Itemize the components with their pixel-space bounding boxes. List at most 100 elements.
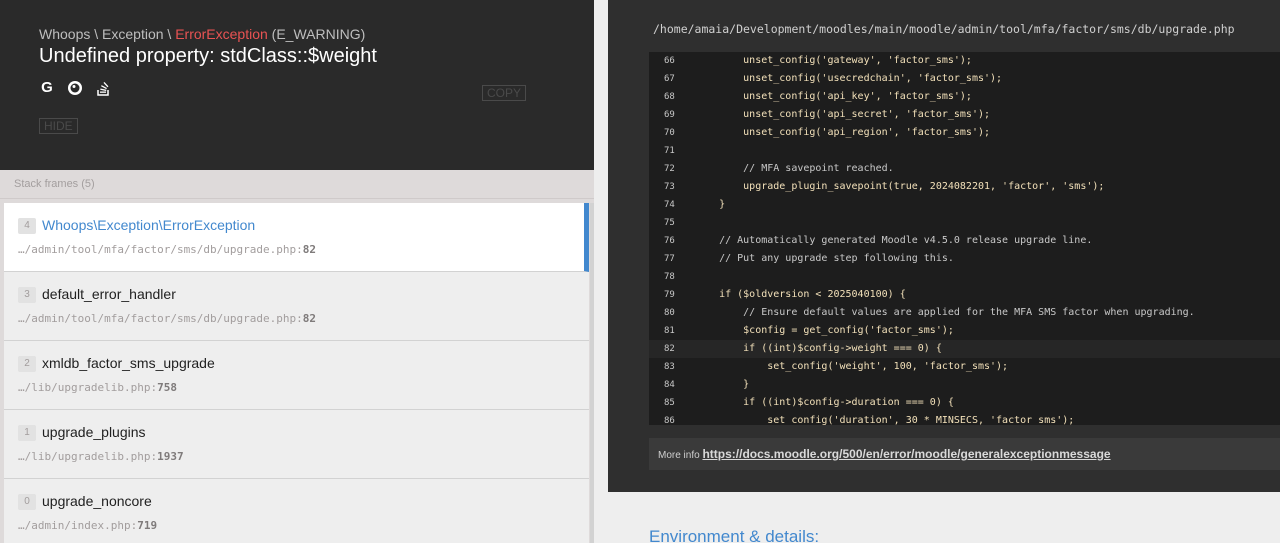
code-line: 78 xyxy=(649,268,1280,286)
line-number: 81 xyxy=(664,326,675,336)
frame-function: upgrade_noncore xyxy=(42,493,152,509)
line-text: if ((int)$config->weight === 0) { xyxy=(695,343,942,354)
line-number: 70 xyxy=(664,128,675,138)
line-number: 80 xyxy=(664,308,675,318)
code-line: 73 upgrade_plugin_savepoint(true, 202408… xyxy=(649,178,1280,196)
code-line: 75 xyxy=(649,214,1280,232)
exception-class-path: Whoops \ Exception \ ErrorException (E_W… xyxy=(39,26,365,42)
exception-namespace: Whoops \ Exception \ xyxy=(39,26,176,42)
line-text: unset_config('api_secret', 'factor_sms')… xyxy=(695,109,991,120)
exception-message: Undefined property: stdClass::$weight xyxy=(39,45,377,67)
line-number: 69 xyxy=(664,110,675,120)
line-number: 84 xyxy=(664,380,675,390)
code-line: 68 unset_config('api_key', 'factor_sms')… xyxy=(649,88,1280,106)
error-page: Whoops \ Exception \ ErrorException (E_W… xyxy=(0,0,1280,543)
code-line: 76 // Automatically generated Moodle v4.… xyxy=(649,232,1280,250)
line-text: } xyxy=(695,199,726,210)
stack-panel: Whoops \ Exception \ ErrorException (E_W… xyxy=(0,0,594,543)
line-number: 73 xyxy=(664,182,675,192)
more-info-link[interactable]: https://docs.moodle.org/500/en/error/moo… xyxy=(702,447,1110,461)
line-text: if ((int)$config->duration === 0) { xyxy=(695,397,954,408)
line-number: 72 xyxy=(664,164,675,174)
line-number: 85 xyxy=(664,398,675,408)
frame-location: …/lib/upgradelib.php:1937 xyxy=(18,450,184,463)
frame-index: 1 xyxy=(18,425,36,441)
google-icon[interactable]: G xyxy=(39,80,55,96)
frame-index: 3 xyxy=(18,287,36,303)
code-panel: /home/amaia/Development/moodles/main/moo… xyxy=(608,0,1280,492)
code-line: 85 if ((int)$config->duration === 0) { xyxy=(649,394,1280,412)
stack-frame[interactable]: 3 default_error_handler …/admin/tool/mfa… xyxy=(4,272,589,341)
line-text: set_config('weight', 100, 'factor_sms'); xyxy=(695,361,1009,372)
more-info-label: More info xyxy=(658,450,703,461)
line-text: unset_config('api_key', 'factor_sms'); xyxy=(695,91,972,102)
line-number: 68 xyxy=(664,92,675,102)
line-number: 78 xyxy=(664,272,675,282)
line-text: // Put any upgrade step following this. xyxy=(695,253,954,264)
code-line: 67 unset_config('usecredchain', 'factor_… xyxy=(649,70,1280,88)
code-line: 69 unset_config('api_secret', 'factor_sm… xyxy=(649,106,1280,124)
line-text: unset_config('usecredchain', 'factor_sms… xyxy=(695,73,1003,84)
line-text: set_config('duration', 30 * MINSECS, 'fa… xyxy=(695,415,1075,425)
code-line: 83 set_config('weight', 100, 'factor_sms… xyxy=(649,358,1280,376)
stack-frames-title: Stack frames (5) xyxy=(14,178,95,190)
line-text: if ($oldversion < 2025040100) { xyxy=(695,289,906,300)
frame-function: Whoops\Exception\ErrorException xyxy=(42,217,256,233)
code-line: 84 } xyxy=(649,376,1280,394)
code-line: 80 // Ensure default values are applied … xyxy=(649,304,1280,322)
exception-header: Whoops \ Exception \ ErrorException (E_W… xyxy=(0,0,594,170)
code-line: 66 unset_config('gateway', 'factor_sms')… xyxy=(649,52,1280,70)
line-text: // MFA savepoint reached. xyxy=(695,163,894,174)
line-number: 77 xyxy=(664,254,675,264)
frame-function: xmldb_factor_sms_upgrade xyxy=(42,355,215,371)
line-number: 82 xyxy=(664,344,675,354)
copy-button[interactable]: COPY xyxy=(482,85,527,101)
frame-location: …/admin/index.php:719 xyxy=(18,519,158,532)
stack-frame[interactable]: 2 xmldb_factor_sms_upgrade …/lib/upgrade… xyxy=(4,341,589,410)
line-text: unset_config('api_region', 'factor_sms')… xyxy=(695,127,991,138)
code-block: 66 unset_config('gateway', 'factor_sms')… xyxy=(649,52,1280,425)
line-text: upgrade_plugin_savepoint(true, 202408220… xyxy=(695,181,1105,192)
exception-code: (E_WARNING) xyxy=(267,26,366,42)
line-text: $config = get_config('factor_sms'); xyxy=(695,325,954,336)
search-links: G xyxy=(39,80,111,96)
hide-button[interactable]: HIDE xyxy=(39,118,78,134)
stack-frame[interactable]: 1 upgrade_plugins …/lib/upgradelib.php:1… xyxy=(4,410,589,479)
stack-frame[interactable]: 4 Whoops\Exception\ErrorException …/admi… xyxy=(4,203,589,272)
duckduckgo-icon[interactable] xyxy=(67,80,83,96)
line-text: } xyxy=(695,379,750,390)
frame-function: upgrade_plugins xyxy=(42,424,146,440)
line-number: 66 xyxy=(664,56,675,66)
more-info: More info https://docs.moodle.org/500/en… xyxy=(649,438,1280,470)
line-number: 67 xyxy=(664,74,675,84)
stack-frame[interactable]: 0 upgrade_noncore …/admin/index.php:719 xyxy=(4,479,589,543)
code-line: 79 if ($oldversion < 2025040100) { xyxy=(649,286,1280,304)
code-line: 71 xyxy=(649,142,1280,160)
code-line: 72 // MFA savepoint reached. xyxy=(649,160,1280,178)
line-number: 83 xyxy=(664,362,675,372)
code-line: 82 if ((int)$config->weight === 0) { xyxy=(649,340,1280,358)
environment-title: Environment & details: xyxy=(649,527,820,543)
code-line: 81 $config = get_config('factor_sms'); xyxy=(649,322,1280,340)
line-number: 74 xyxy=(664,200,675,210)
exception-class: ErrorException xyxy=(175,26,268,42)
stack-frames-header: Stack frames (5) xyxy=(0,170,594,199)
line-text: // Ensure default values are applied for… xyxy=(695,307,1195,318)
frame-index: 0 xyxy=(18,494,36,510)
frame-index: 4 xyxy=(18,218,36,234)
line-number: 86 xyxy=(664,416,675,425)
code-line: 77 // Put any upgrade step following thi… xyxy=(649,250,1280,268)
line-text: // Automatically generated Moodle v4.5.0… xyxy=(695,235,1093,246)
frame-location: …/admin/tool/mfa/factor/sms/db/upgrade.p… xyxy=(18,312,317,325)
file-path[interactable]: /home/amaia/Development/moodles/main/moo… xyxy=(653,22,1235,36)
frame-location: …/admin/tool/mfa/factor/sms/db/upgrade.p… xyxy=(18,243,317,256)
line-number: 71 xyxy=(664,146,675,156)
panel-divider xyxy=(594,0,608,543)
line-number: 76 xyxy=(664,236,675,246)
code-line: 74 } xyxy=(649,196,1280,214)
details-panel: /home/amaia/Development/moodles/main/moo… xyxy=(594,0,1280,543)
code-line: 86 set_config('duration', 30 * MINSECS, … xyxy=(649,412,1280,425)
frame-index: 2 xyxy=(18,356,36,372)
stackoverflow-icon[interactable] xyxy=(95,80,111,96)
frame-location: …/lib/upgradelib.php:758 xyxy=(18,381,177,394)
